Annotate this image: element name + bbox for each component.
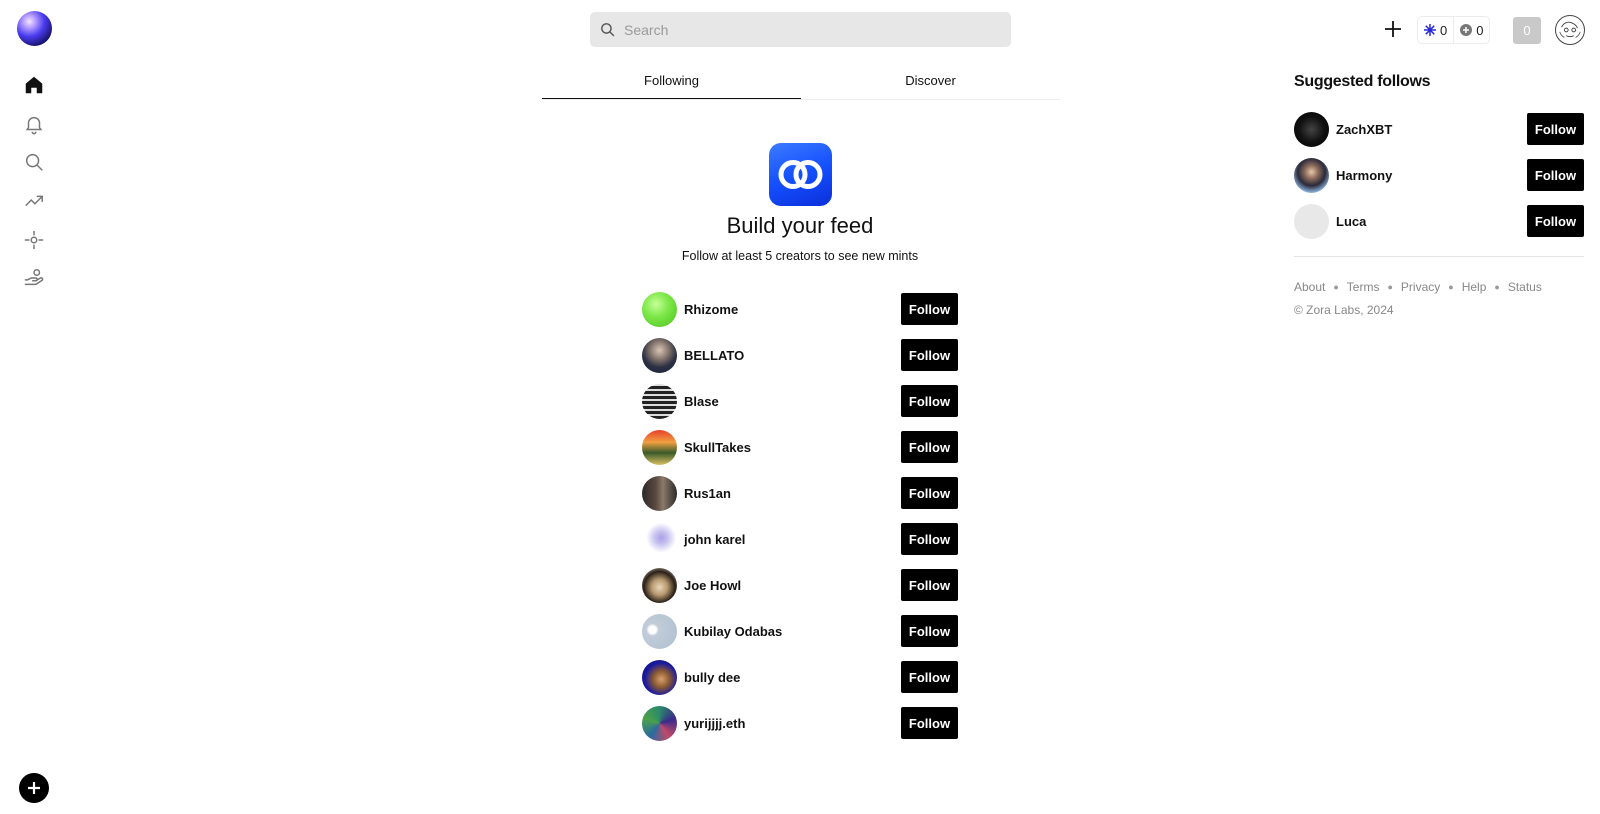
create-post-button[interactable] [1382,18,1404,40]
search-icon [601,23,615,37]
search-nav-icon[interactable] [22,150,46,174]
list-item: BELLATO Follow [642,332,958,378]
bell-icon[interactable] [22,112,46,136]
creator-name[interactable]: Kubilay Odabas [684,624,782,639]
create-button[interactable] [19,773,49,803]
divider [1294,256,1584,257]
feed-app-icon [769,143,832,206]
follow-button[interactable]: Follow [1527,205,1584,237]
follow-button[interactable]: Follow [901,477,958,509]
separator-dot: ● [1448,282,1454,292]
separator-dot: ● [1333,282,1339,292]
creator-name[interactable]: SkullTakes [684,440,751,455]
search-input[interactable] [624,21,984,38]
avatar[interactable] [1294,203,1329,239]
avatar[interactable] [642,291,677,327]
follow-button[interactable]: Follow [901,385,958,417]
creator-list: Rhizome Follow BELLATO Follow Blase Foll… [642,286,958,746]
separator-dot: ● [1494,282,1500,292]
hand-coin-icon[interactable] [22,266,46,290]
list-item: ZachXBT Follow [1294,106,1584,152]
separator-dot: ● [1387,282,1393,292]
follow-button[interactable]: Follow [901,431,958,463]
creator-name[interactable]: bully dee [684,670,740,685]
avatar[interactable] [1294,157,1329,193]
stats-group: 0 0 [1417,16,1491,44]
list-item: Rus1an Follow [642,470,958,516]
profile-avatar[interactable] [1555,15,1585,45]
follow-button[interactable]: Follow [1527,159,1584,191]
suggested-follows-title: Suggested follows [1294,73,1431,90]
creator-name[interactable]: yurijjjj.eth [684,716,745,731]
search-bar[interactable] [590,12,1011,47]
list-item: Rhizome Follow [642,286,958,332]
creator-name[interactable]: john karel [684,532,745,547]
avatar[interactable] [642,659,677,695]
plus-icon [1385,21,1401,37]
list-item: Harmony Follow [1294,152,1584,198]
trending-icon[interactable] [22,189,46,213]
plus-count: 0 [1476,22,1484,38]
follow-button[interactable]: Follow [901,339,958,371]
avatar[interactable] [642,475,677,511]
follow-button[interactable]: Follow [901,569,958,601]
profile-sketch-icon [1559,21,1581,38]
footer-link-status[interactable]: Status [1508,280,1542,294]
avatar[interactable] [642,567,677,603]
follow-button[interactable]: Follow [901,615,958,647]
footer-link-privacy[interactable]: Privacy [1401,280,1440,294]
list-item: yurijjjj.eth Follow [642,700,958,746]
plus-stat[interactable]: 0 [1453,17,1489,43]
footer-link-terms[interactable]: Terms [1347,280,1380,294]
copyright: © Zora Labs, 2024 [1294,303,1394,317]
creator-name[interactable]: Joe Howl [684,578,741,593]
suggested-name[interactable]: Harmony [1336,168,1392,183]
creator-name[interactable]: BELLATO [684,348,744,363]
avatar[interactable] [642,337,677,373]
tab-following[interactable]: Following [542,64,801,99]
footer-link-about[interactable]: About [1294,280,1325,294]
creator-name[interactable]: Rus1an [684,486,731,501]
creator-name[interactable]: Blase [684,394,719,409]
sparks-stat[interactable]: 0 [1418,17,1453,43]
avatar[interactable] [642,383,677,419]
follow-button[interactable]: Follow [901,523,958,555]
spark-icon [1424,24,1436,36]
list-item: Blase Follow [642,378,958,424]
sparks-count: 0 [1440,22,1448,38]
plus-icon [28,782,40,794]
footer-link-help[interactable]: Help [1462,280,1487,294]
home-icon[interactable] [22,73,46,97]
list-item: Kubilay Odabas Follow [642,608,958,654]
count-button[interactable]: 0 [1513,17,1541,44]
zora-logo[interactable] [17,11,52,46]
list-item: Joe Howl Follow [642,562,958,608]
list-item: bully dee Follow [642,654,958,700]
footer-links: About ● Terms ● Privacy ● Help ● Status [1294,280,1584,294]
list-item: Luca Follow [1294,198,1584,244]
list-item: SkullTakes Follow [642,424,958,470]
follow-button[interactable]: Follow [901,661,958,693]
list-item: john karel Follow [642,516,958,562]
follow-button[interactable]: Follow [901,707,958,739]
follow-button[interactable]: Follow [1527,113,1584,145]
interlocked-rings-icon [778,160,823,189]
avatar[interactable] [642,705,677,741]
suggested-name[interactable]: ZachXBT [1336,122,1392,137]
feed-tabs: Following Discover [542,64,1060,100]
avatar[interactable] [642,429,677,465]
right-sidebar: Suggested follows ZachXBT Follow Harmony… [1294,70,1584,317]
follow-button[interactable]: Follow [901,293,958,325]
avatar[interactable] [642,613,677,649]
creator-name[interactable]: Rhizome [684,302,738,317]
tab-discover[interactable]: Discover [801,64,1060,99]
plus-circle-icon [1460,24,1473,36]
avatar[interactable] [1294,111,1329,147]
suggested-name[interactable]: Luca [1336,214,1366,229]
avatar[interactable] [642,521,677,557]
